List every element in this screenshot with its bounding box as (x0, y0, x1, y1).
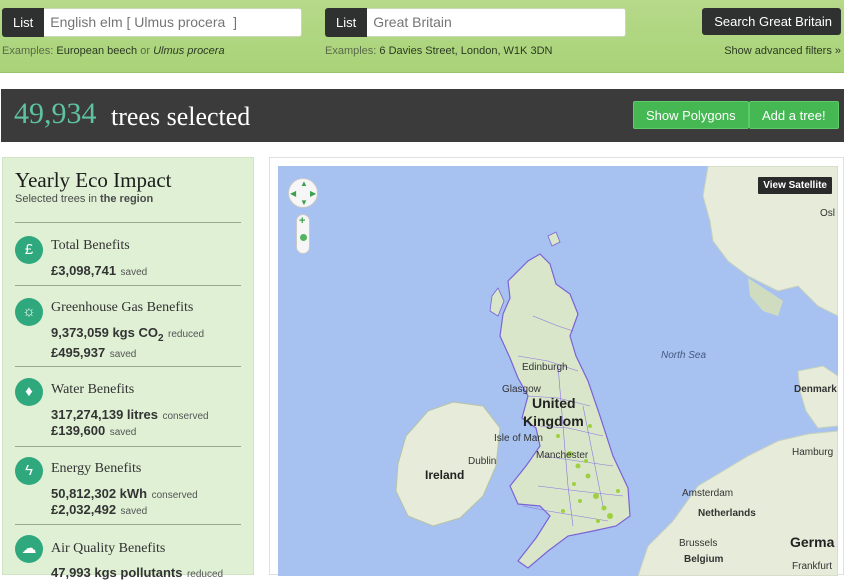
tree-count: 49,934 (14, 97, 97, 130)
map-label: Edinburgh (522, 362, 568, 373)
map-label: Germa (790, 534, 835, 550)
species-search-group: List (2, 8, 303, 37)
tree-count-label: trees selected (111, 102, 251, 131)
show-polygons-button[interactable]: Show Polygons (633, 101, 749, 129)
map-label: United (532, 395, 576, 411)
divider (15, 446, 241, 447)
map-label: Dublin (468, 456, 497, 467)
impact-line: 9,373,059 kgs CO2 reduced (51, 325, 205, 345)
map-label: Isle of Man (494, 433, 543, 444)
location-search-group: List (325, 8, 627, 37)
pound-icon: £ (15, 236, 43, 264)
zoom-in-icon[interactable]: + (299, 215, 305, 227)
map-label: Belgium (684, 554, 724, 565)
sun-icon: ☼ (15, 298, 43, 326)
map-label: Ireland (425, 468, 465, 482)
map-label: Frankfurt (792, 561, 833, 572)
map-container: ▲ ▼ ◀ ▶ + View Satellite Osl North Sea E… (269, 157, 844, 576)
map-label: Osl (820, 208, 835, 219)
species-search-input[interactable] (44, 8, 303, 37)
impact-line: £2,032,492 saved (51, 502, 148, 517)
map-canvas[interactable]: ▲ ▼ ◀ ▶ + View Satellite Osl North Sea E… (278, 166, 838, 576)
divider (15, 524, 241, 525)
impact-title: Air Quality Benefits (51, 541, 166, 556)
pan-down-icon[interactable]: ▼ (300, 198, 308, 207)
map-label: Amsterdam (682, 488, 734, 499)
advanced-filters-link[interactable]: Show advanced filters » (724, 45, 841, 57)
impact-title: Energy Benefits (51, 461, 142, 476)
map-label: North Sea (661, 350, 707, 361)
pan-left-icon[interactable]: ◀ (290, 189, 296, 198)
location-list-button[interactable]: List (325, 8, 368, 37)
divider (15, 366, 241, 367)
eco-impact-panel: Yearly Eco Impact Selected trees in the … (2, 157, 254, 580)
impact-line: £3,098,741 saved (51, 263, 148, 278)
water-drop-icon: ♦ (15, 378, 43, 406)
species-list-button[interactable]: List (2, 8, 45, 37)
map-label: Glasgow (502, 384, 541, 395)
view-satellite-button[interactable]: View Satellite (758, 177, 832, 194)
add-tree-button[interactable]: Add a tree! (749, 101, 839, 129)
panel-subtitle: Selected trees in the region (15, 193, 154, 205)
location-search-input[interactable] (367, 8, 627, 37)
lightning-icon: ϟ (15, 457, 43, 485)
map-pan-control[interactable]: ▲ ▼ ◀ ▶ (288, 178, 318, 208)
location-examples: Examples: 6 Davies Street, London, W1K 3… (325, 45, 553, 57)
pan-up-icon[interactable]: ▲ (300, 179, 308, 188)
selection-status-bar: 49,934 trees selected Show Polygons Add … (1, 89, 844, 142)
map-label: Hamburg (792, 447, 834, 458)
zoom-slider-handle[interactable] (300, 234, 307, 241)
impact-title: Water Benefits (51, 382, 135, 397)
impact-line: £495,937 saved (51, 345, 137, 360)
pan-right-icon[interactable]: ▶ (310, 189, 316, 198)
species-example-link-1[interactable]: European beech (56, 45, 137, 57)
impact-title: Greenhouse Gas Benefits (51, 300, 194, 315)
cloud-icon: ☁ (15, 535, 43, 563)
map-label: Manchester (536, 450, 589, 461)
map-label: Netherlands (698, 508, 756, 519)
map-label: Denmark (794, 384, 837, 395)
panel-title: Yearly Eco Impact (15, 168, 172, 192)
impact-title: Total Benefits (51, 238, 130, 253)
search-header: List Examples: European beech or Ulmus p… (0, 0, 844, 73)
impact-line: 47,993 kgs pollutants reduced (51, 565, 224, 580)
location-example-link[interactable]: 6 Davies Street, London, W1K 3DN (379, 45, 552, 57)
divider (15, 285, 241, 286)
map-label: Kingdom (523, 413, 584, 429)
map-zoom-control[interactable]: + (296, 214, 310, 254)
species-example-link-2[interactable]: Ulmus procera (153, 45, 225, 57)
species-examples: Examples: European beech or Ulmus procer… (2, 45, 225, 57)
divider (15, 222, 241, 223)
search-button[interactable]: Search Great Britain (702, 8, 841, 35)
map-label: Brussels (679, 538, 718, 549)
impact-line: £139,600 saved (51, 423, 137, 438)
